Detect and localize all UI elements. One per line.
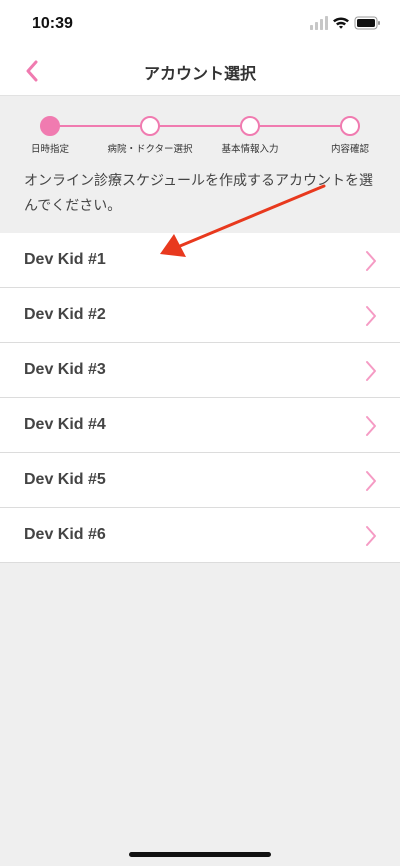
chevron-right-icon xyxy=(366,251,376,271)
account-name: Dev Kid #1 xyxy=(24,251,106,268)
status-bar: 10:39 xyxy=(0,0,400,46)
account-row-2[interactable]: Dev Kid #2 xyxy=(0,288,400,343)
account-row-4[interactable]: Dev Kid #4 xyxy=(0,398,400,453)
step-label: 内容確認 xyxy=(330,144,369,155)
step-confirm: 内容確認 xyxy=(290,114,400,155)
battery-icon xyxy=(354,16,380,30)
chevron-right-icon xyxy=(366,526,376,546)
account-list: Dev Kid #1 Dev Kid #2 Dev Kid #3 Dev Kid… xyxy=(0,233,400,563)
step-dot xyxy=(240,116,260,136)
home-indicator xyxy=(129,852,271,857)
account-row-1[interactable]: Dev Kid #1 xyxy=(0,233,400,288)
account-row-6[interactable]: Dev Kid #6 xyxy=(0,508,400,563)
wifi-icon xyxy=(333,17,349,29)
navigation-bar: アカウント選択 xyxy=(0,46,400,96)
instruction-text: オンライン診療スケジュールを作成するアカウントを選んでください。 xyxy=(24,173,374,214)
cellular-signal-icon xyxy=(310,16,328,30)
chevron-right-icon xyxy=(366,471,376,491)
account-name: Dev Kid #2 xyxy=(24,306,106,323)
account-row-5[interactable]: Dev Kid #5 xyxy=(0,453,400,508)
page-title: アカウント選択 xyxy=(143,64,256,83)
chevron-right-icon xyxy=(366,306,376,326)
account-name: Dev Kid #4 xyxy=(24,416,106,433)
account-row-3[interactable]: Dev Kid #3 xyxy=(0,343,400,398)
step-dot xyxy=(340,116,360,136)
step-dot-active xyxy=(40,116,60,136)
account-name: Dev Kid #6 xyxy=(24,526,106,543)
header-area: 日時指定 病院・ドクター選択 基本情報入力 内容確認 オンライン診療スケジュール… xyxy=(0,96,400,233)
chevron-right-icon xyxy=(366,416,376,436)
progress-stepper: 日時指定 病院・ドクター選択 基本情報入力 内容確認 xyxy=(0,114,400,164)
account-name: Dev Kid #3 xyxy=(24,361,106,378)
status-time: 10:39 xyxy=(32,15,73,32)
account-name: Dev Kid #5 xyxy=(24,471,106,488)
step-dot xyxy=(140,116,160,136)
chevron-right-icon xyxy=(366,361,376,381)
status-icons xyxy=(310,16,380,30)
